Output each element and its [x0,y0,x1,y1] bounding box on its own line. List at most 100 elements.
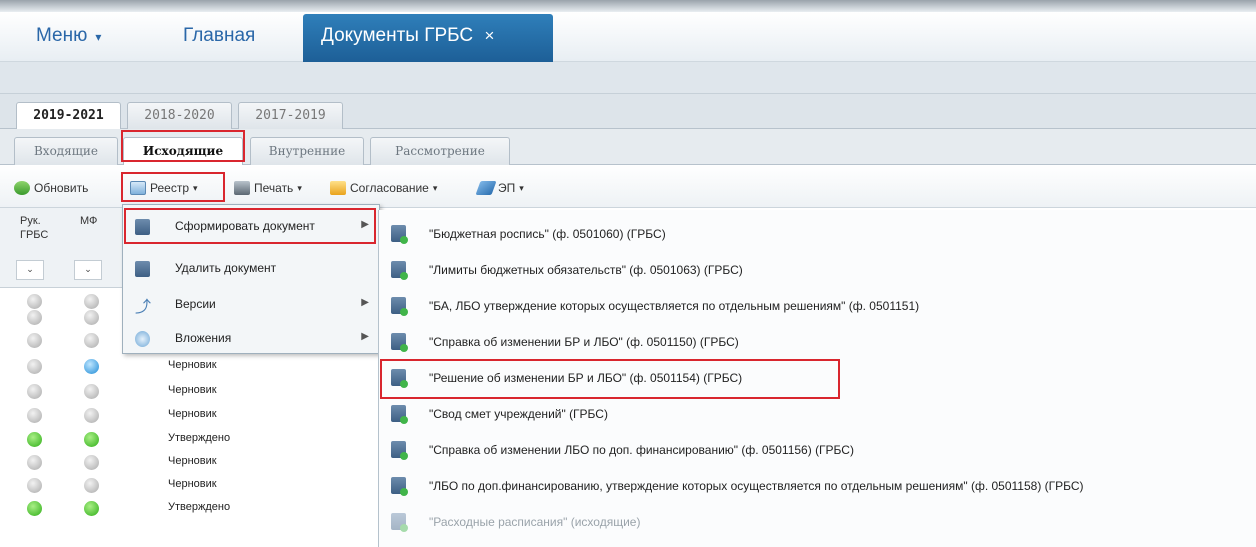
signature-dropdown-icon: ▾ [519,182,524,193]
table-row[interactable]: Черновик [0,474,380,497]
column-head-grbs[interactable]: Рук. ГРБС [20,214,48,242]
window-top-strip [0,0,1256,12]
document-icon [391,225,408,244]
menu-label: Меню [36,25,88,46]
status-indicator-icon [84,359,99,374]
tab-grbs-documents[interactable]: Документы ГРБС × [303,14,553,62]
refresh-label: Обновить [34,181,89,195]
status-indicator-icon [27,359,42,374]
signature-pen-icon [475,181,497,195]
tab-year-2018-2020[interactable]: 2018-2020 [127,102,232,129]
menu-item-versions[interactable]: ⤴ Версии ▶ [123,287,379,323]
status-indicator-icon [84,455,99,470]
submenu-item-lbo-additional-funding-separate[interactable]: "ЛБО по доп.финансированию, утверждение … [379,468,1256,504]
tab-grbs-documents-label: Документы ГРБС [321,25,474,46]
tab-year-2017-2019[interactable]: 2017-2019 [238,102,343,129]
print-dropdown-icon: ▾ [297,182,302,193]
signature-label: ЭП [498,181,516,195]
document-icon [391,441,408,460]
status-indicator-icon [27,455,42,470]
document-icon [391,333,408,352]
submenu-item-label: "Расходные расписания" (исходящие) [429,515,641,529]
tab-year-2019-2021[interactable]: 2019-2021 [16,102,121,130]
menu-button[interactable]: Меню ▾ [36,25,101,47]
tab-internal[interactable]: Внутренние [250,137,364,165]
submenu-item-expense-schedules: "Расходные расписания" (исходящие) [379,504,1256,540]
table-row[interactable]: Черновик [0,355,380,378]
year-tabs: 2019-2021 2018-2020 2017-2019 [0,94,1256,130]
document-icon [391,405,408,424]
main-link[interactable]: Главная [183,25,255,47]
approval-label: Согласование [350,181,429,195]
submenu-item-budget-limits[interactable]: "Лимиты бюджетных обязательств" (ф. 0501… [379,252,1256,288]
refresh-button[interactable]: Обновить [14,177,88,199]
chevron-down-icon: ▾ [95,30,102,44]
highlight-registry-button [121,172,225,202]
submenu-item-br-lbo-change-reference[interactable]: "Справка об изменении БР и ЛБО" (ф. 0501… [379,324,1256,360]
submenu-item-estimates-summary[interactable]: "Свод смет учреждений" (ГРБС) [379,396,1256,432]
status-indicator-icon [27,408,42,423]
document-icon [391,513,408,532]
table-row[interactable]: Утверждено [0,428,380,451]
status-text: Черновик [168,455,217,467]
printer-icon [234,181,250,195]
delete-document-icon [135,261,150,277]
submenu-item-budget-schedule[interactable]: "Бюджетная роспись" (ф. 0501060) (ГРБС) [379,216,1256,252]
table-row[interactable]: Черновик [0,451,380,474]
filter-mf[interactable]: ⌄ [74,260,102,280]
menu-item-label: Версии [175,297,216,311]
submenu-item-label: "Справка об изменении ЛБО по доп. финанс… [429,443,854,457]
submenu-item-label: "Свод смет учреждений" (ГРБС) [429,407,608,421]
header-band [0,62,1256,94]
table-row[interactable]: Утверждено [0,497,380,520]
status-text: Черновик [168,478,217,490]
attachment-icon [135,331,150,347]
document-icon [391,297,408,316]
table-row[interactable]: Черновик [0,404,380,427]
submenu-item-ba-lbo-separate[interactable]: "БА, ЛБО утверждение которых осуществляе… [379,288,1256,324]
status-indicator-icon [84,501,99,516]
signature-button[interactable]: ЭП ▾ [475,177,524,199]
table-row[interactable]: Черновик [0,380,380,403]
close-icon[interactable]: × [484,26,494,45]
status-indicator-icon [84,384,99,399]
submenu-item-label: "БА, ЛБО утверждение которых осуществляе… [429,299,920,313]
status-indicator-icon [84,408,99,423]
submenu-item-label: "ЛБО по доп.финансированию, утверждение … [429,479,1084,493]
menu-item-attachments[interactable]: Вложения ▶ [123,321,379,357]
approval-icon [330,181,346,195]
print-button[interactable]: Печать ▾ [234,177,302,199]
submenu-item-label: "Лимиты бюджетных обязательств" (ф. 0501… [429,263,743,277]
print-label: Печать [254,181,294,195]
status-text: Утверждено [168,432,231,444]
menu-item-delete-document[interactable]: Удалить документ [123,251,379,287]
column-mf[interactable]: МФ [80,214,97,228]
status-text: Утверждено [168,501,231,513]
status-indicator-icon [27,501,42,516]
status-indicator-icon [27,333,42,348]
tab-review[interactable]: Рассмотрение [370,137,510,165]
approval-button[interactable]: Согласование ▾ [330,177,437,199]
submenu-item-label: "Справка об изменении БР и ЛБО" (ф. 0501… [429,335,739,349]
status-indicator-icon [27,384,42,399]
refresh-icon [14,181,30,195]
status-indicator-icon [84,432,99,447]
highlight-outgoing-tab [121,130,245,162]
menu-item-label: Удалить документ [175,261,277,275]
status-indicator-icon [27,310,42,325]
top-navigation: Меню ▾ Главная [0,12,1256,62]
status-indicator-icon [27,432,42,447]
submenu-item-lbo-additional-funding-reference[interactable]: "Справка об изменении ЛБО по доп. финанс… [379,432,1256,468]
status-indicator-icon [84,310,99,325]
highlight-change-decision-item [380,359,840,399]
status-text: Черновик [168,408,217,420]
status-indicator-icon [27,478,42,493]
status-indicator-icon [84,333,99,348]
submenu-arrow-icon: ▶ [361,297,369,308]
status-indicator-icon [84,478,99,493]
tab-incoming[interactable]: Входящие [14,137,118,165]
status-text: Черновик [168,384,217,396]
document-icon [391,477,408,496]
filter-head-grbs[interactable]: ⌄ [16,260,44,280]
submenu-arrow-icon: ▶ [361,331,369,342]
